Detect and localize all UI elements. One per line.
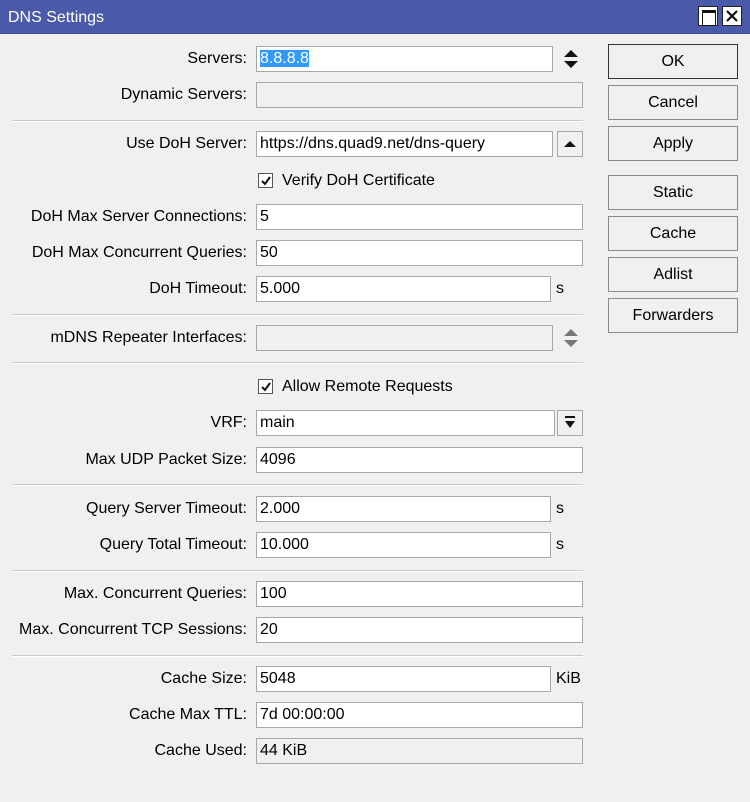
separator [12, 484, 583, 486]
adlist-button[interactable]: Adlist [608, 257, 738, 292]
up-down-arrows-icon [564, 329, 578, 347]
doh-timeout-unit: s [556, 280, 564, 297]
cache-button[interactable]: Cache [608, 216, 738, 251]
close-icon [726, 10, 738, 22]
vrf-label: VRF: [210, 414, 247, 431]
cache-size-label: Cache Size: [160, 670, 247, 687]
checkmark-icon [261, 176, 271, 186]
separator [12, 570, 583, 572]
max-concurrent-tcp-label: Max. Concurrent TCP Sessions: [19, 621, 247, 638]
doh-timeout-input[interactable]: 5.000 [256, 276, 551, 302]
query-server-timeout-unit: s [556, 500, 564, 517]
mdns-repeater-label: mDNS Repeater Interfaces: [50, 329, 247, 346]
dropdown-arrow-icon [565, 416, 575, 428]
cache-size-unit: KiB [556, 670, 581, 687]
query-server-timeout-input[interactable]: 2.000 [256, 496, 551, 522]
apply-button[interactable]: Apply [608, 126, 738, 161]
maximize-button[interactable] [698, 6, 718, 26]
allow-remote-label: Allow Remote Requests [282, 378, 453, 395]
query-total-timeout-unit: s [556, 536, 564, 553]
separator [12, 362, 583, 364]
mdns-repeater-field[interactable] [256, 325, 553, 351]
doh-server-input[interactable]: https://dns.quad9.net/dns-query [256, 131, 553, 157]
verify-doh-label: Verify DoH Certificate [282, 172, 435, 189]
max-concurrent-queries-label: Max. Concurrent Queries: [63, 585, 247, 602]
forwarders-button[interactable]: Forwarders [608, 298, 738, 333]
doh-max-server-connections-input[interactable]: 5 [256, 204, 583, 230]
cache-max-ttl-input[interactable]: 7d 00:00:00 [256, 702, 583, 728]
query-total-timeout-label: Query Total Timeout: [99, 536, 247, 553]
doh-max-concurrent-queries-input[interactable]: 50 [256, 240, 583, 266]
doh-max-concurrent-queries-label: DoH Max Concurrent Queries: [31, 244, 247, 261]
query-server-timeout-label: Query Server Timeout: [86, 500, 247, 517]
separator [12, 655, 583, 657]
checkmark-icon [261, 382, 271, 392]
cache-max-ttl-label: Cache Max TTL: [129, 706, 247, 723]
dynamic-servers-field [256, 82, 583, 108]
max-udp-label: Max UDP Packet Size: [85, 451, 247, 468]
checkbox-box [258, 379, 273, 394]
vrf-select[interactable]: main [256, 410, 555, 436]
servers-up-down-arrows[interactable] [560, 46, 582, 72]
ok-button[interactable]: OK [608, 44, 738, 79]
close-button[interactable] [722, 6, 742, 26]
servers-value: 8.8.8.8 [260, 50, 309, 67]
window-title: DNS Settings [8, 9, 105, 26]
up-down-arrows-icon [564, 50, 578, 68]
allow-remote-checkbox[interactable]: Allow Remote Requests [258, 376, 453, 398]
verify-doh-checkbox[interactable]: Verify DoH Certificate [258, 170, 435, 192]
doh-server-collapse-button[interactable] [557, 131, 583, 157]
max-concurrent-queries-input[interactable]: 100 [256, 581, 583, 607]
query-total-timeout-input[interactable]: 10.000 [256, 532, 551, 558]
static-button[interactable]: Static [608, 175, 738, 210]
servers-input[interactable]: 8.8.8.8 [256, 46, 553, 72]
cache-used-field: 44 KiB [256, 738, 583, 764]
separator [12, 314, 583, 316]
vrf-dropdown-button[interactable] [557, 410, 583, 436]
doh-max-server-connections-label: DoH Max Server Connections: [30, 208, 247, 225]
mdns-repeater-up-down-arrows[interactable] [560, 325, 582, 351]
doh-server-label: Use DoH Server: [126, 135, 247, 152]
checkbox-box [258, 173, 273, 188]
chevron-up-icon [564, 141, 576, 147]
cache-used-label: Cache Used: [154, 742, 248, 759]
max-udp-input[interactable]: 4096 [256, 447, 583, 473]
dynamic-servers-label: Dynamic Servers: [120, 86, 247, 103]
title-bar: DNS Settings [0, 0, 750, 34]
cache-size-input[interactable]: 5048 [256, 666, 551, 692]
servers-label: Servers: [187, 50, 247, 67]
doh-timeout-label: DoH Timeout: [149, 280, 247, 297]
max-concurrent-tcp-input[interactable]: 20 [256, 617, 583, 643]
separator [12, 120, 583, 122]
cancel-button[interactable]: Cancel [608, 85, 738, 120]
